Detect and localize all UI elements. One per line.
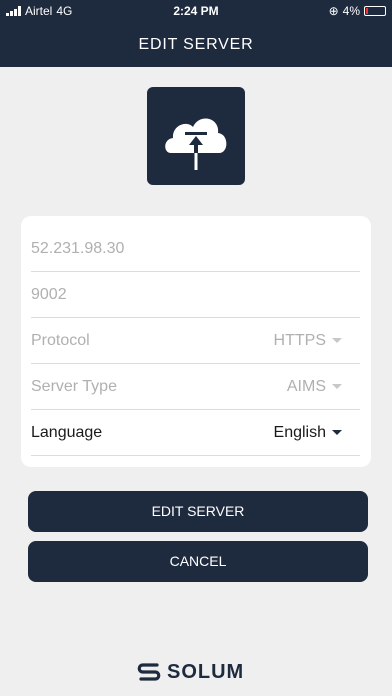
lock-rotation-icon: ⊕: [328, 4, 339, 18]
battery-icon: [364, 6, 386, 16]
port-field[interactable]: 9002: [31, 272, 360, 318]
brand-logo: SOLUM: [135, 660, 244, 684]
ip-address-field[interactable]: 52.231.98.30: [31, 226, 360, 272]
port-placeholder: 9002: [31, 286, 67, 303]
server-type-label: Server Type: [31, 378, 117, 395]
brand-name: SOLUM: [167, 660, 245, 683]
server-type-value: AIMS: [286, 378, 326, 395]
language-select[interactable]: Language English: [31, 410, 360, 456]
header-bar: Airtel 4G 2:24 PM ⊕ 4% EDIT SERVER: [0, 0, 392, 67]
server-type-select[interactable]: Server Type AIMS: [31, 364, 360, 410]
ip-address-placeholder: 52.231.98.30: [31, 240, 125, 257]
chevron-down-icon: [332, 384, 342, 389]
protocol-select[interactable]: Protocol HTTPS: [31, 318, 360, 364]
status-bar: Airtel 4G 2:24 PM ⊕ 4%: [0, 0, 392, 24]
cancel-button[interactable]: CANCEL: [28, 541, 368, 582]
chevron-down-icon: [332, 430, 342, 435]
language-value: English: [273, 424, 326, 441]
battery-percent: 4%: [342, 4, 360, 18]
edit-server-button[interactable]: EDIT SERVER: [28, 491, 368, 532]
solum-logo-icon: [137, 663, 161, 681]
language-label: Language: [31, 424, 103, 441]
cloud-upload-icon: [165, 118, 227, 170]
protocol-label: Protocol: [31, 332, 90, 349]
chevron-down-icon: [332, 338, 342, 343]
page-title: EDIT SERVER: [138, 36, 254, 53]
protocol-value: HTTPS: [273, 332, 326, 349]
server-logo: [147, 87, 245, 185]
